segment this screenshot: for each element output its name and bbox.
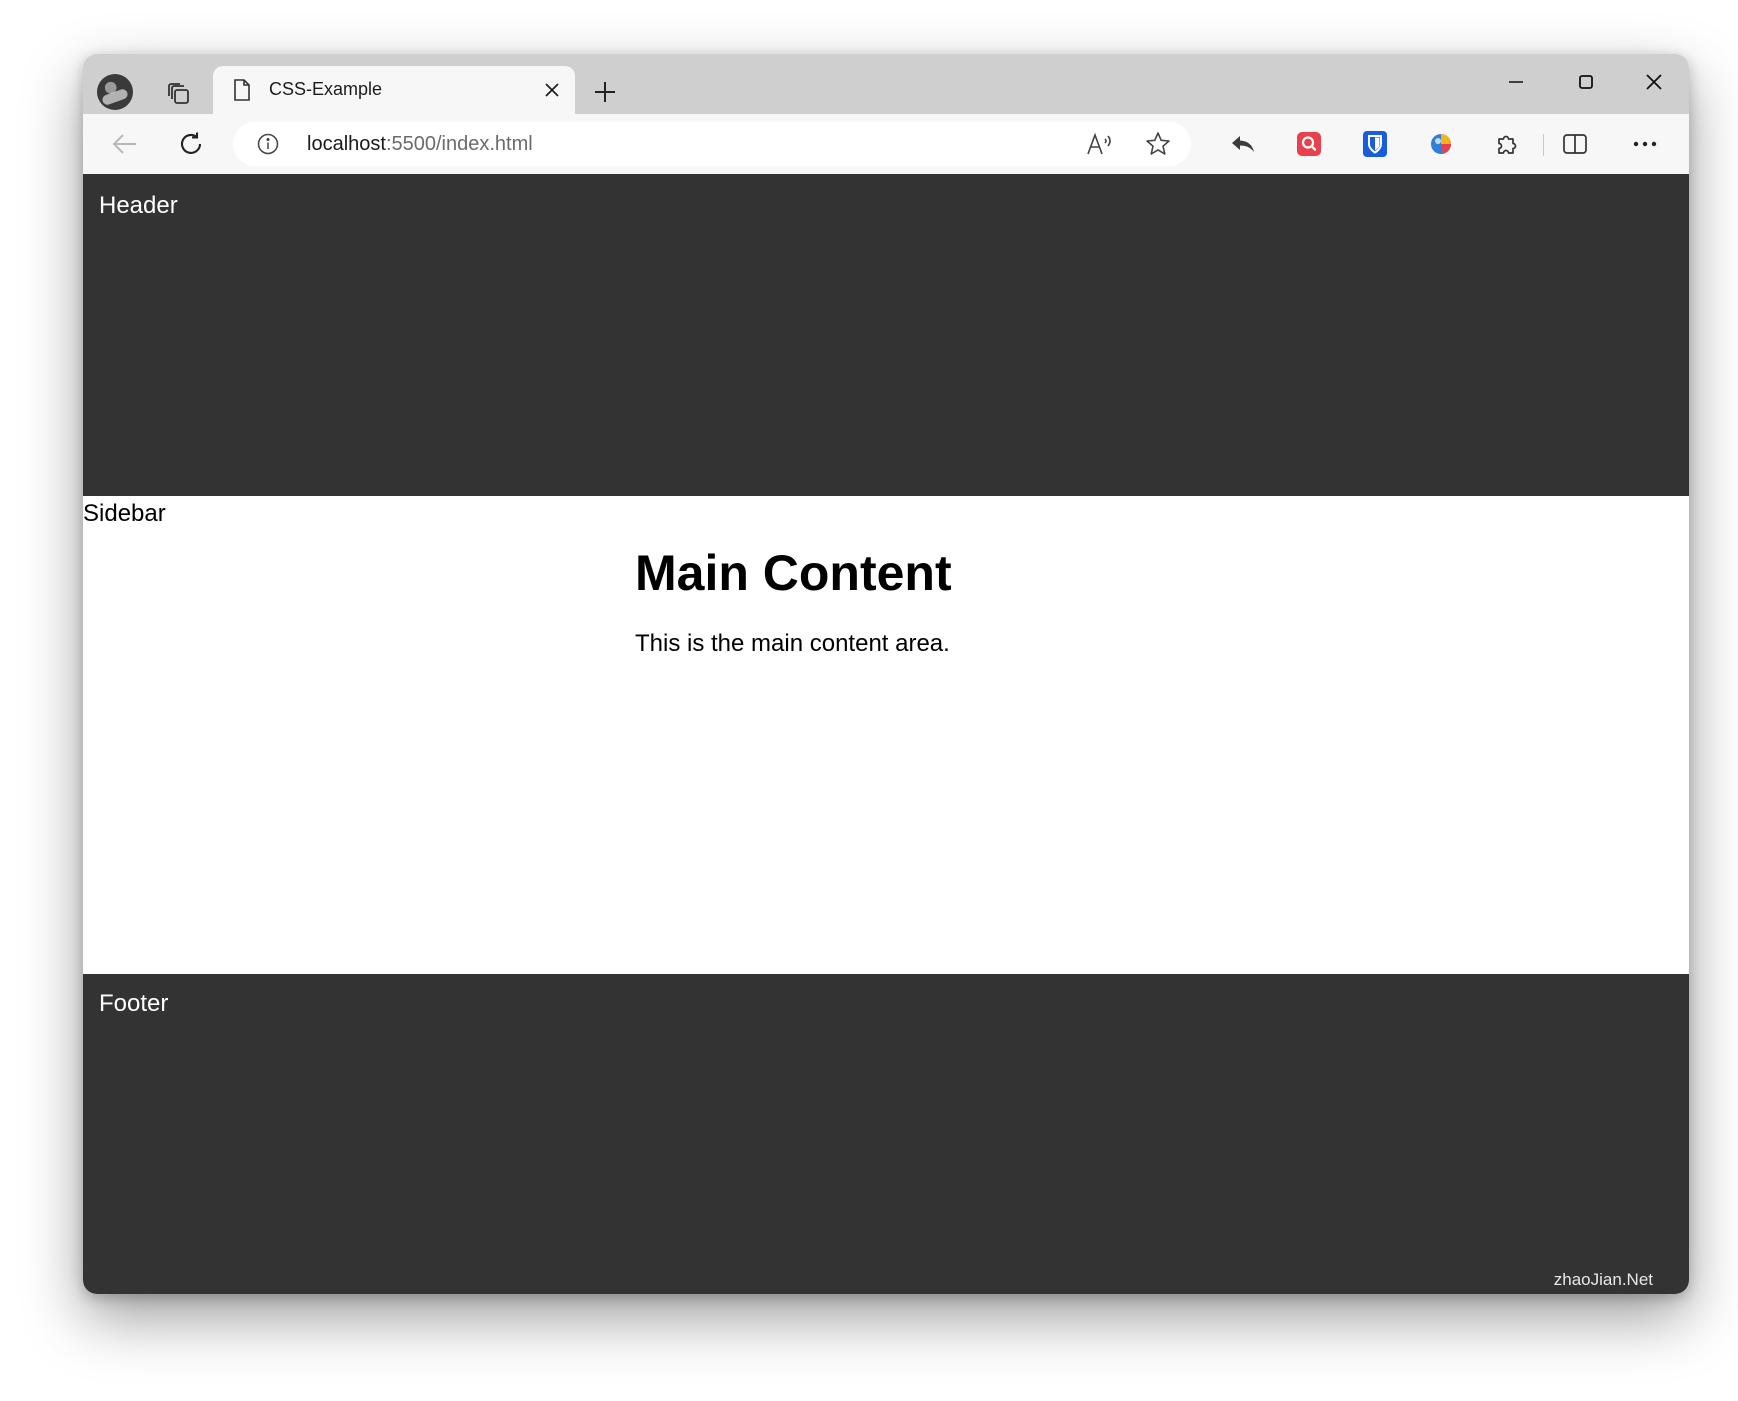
toolbar: localhost:5500/index.html [83, 114, 1689, 175]
shield-icon [1363, 131, 1387, 157]
tab-strip: CSS-Example [83, 54, 1689, 114]
page-icon [231, 79, 253, 101]
more-button[interactable] [1625, 124, 1665, 164]
close-icon [1646, 74, 1662, 90]
minimize-button[interactable] [1493, 62, 1539, 102]
colorful-ball-icon [1431, 134, 1451, 154]
arrow-left-icon [112, 134, 136, 154]
tab-css-example[interactable]: CSS-Example [213, 66, 575, 114]
main-paragraph: This is the main content area. [635, 630, 950, 657]
split-screen-button[interactable] [1555, 124, 1595, 164]
profile-avatar-icon[interactable] [97, 74, 133, 110]
extensions-button[interactable] [1487, 124, 1527, 164]
reload-button[interactable] [171, 124, 211, 164]
header-label: Header [99, 192, 178, 219]
url-path: :5500/index.html [385, 133, 533, 155]
window-close-button[interactable] [1631, 62, 1677, 102]
page-footer: Footer zhaoJian.Net [83, 974, 1689, 1294]
minimize-icon [1509, 81, 1523, 83]
page-header: Header [83, 174, 1689, 496]
split-screen-icon [1563, 134, 1587, 154]
maximize-icon [1579, 75, 1593, 89]
url-text[interactable]: localhost:5500/index.html [307, 133, 533, 156]
search-extension-icon [1297, 132, 1321, 156]
address-bar[interactable]: localhost:5500/index.html [233, 122, 1191, 166]
plus-icon [595, 82, 615, 102]
search-extension-button[interactable] [1289, 124, 1329, 164]
reply-extension-button[interactable] [1223, 124, 1263, 164]
new-tab-button[interactable] [587, 74, 623, 110]
ball-extension-button[interactable] [1421, 124, 1461, 164]
watermark: zhaoJian.Net [1553, 1270, 1653, 1289]
maximize-button[interactable] [1563, 62, 1609, 102]
star-icon[interactable] [1143, 130, 1173, 158]
reload-icon [180, 132, 202, 154]
browser-window: CSS-Example localhost:5500/index.html He… [83, 54, 1689, 1294]
bitwarden-extension-button[interactable] [1355, 124, 1395, 164]
read-aloud-icon[interactable] [1085, 130, 1115, 158]
close-icon[interactable] [541, 79, 563, 101]
footer-label: Footer [99, 990, 169, 1017]
sidebar-label: Sidebar [83, 500, 166, 527]
reply-arrow-icon [1232, 136, 1254, 152]
toolbar-divider [1543, 134, 1544, 156]
page-viewport: Header Sidebar Main Content This is the … [83, 174, 1689, 1294]
main-heading: Main Content [635, 545, 952, 601]
tab-title: CSS-Example [269, 79, 383, 99]
back-button[interactable] [105, 124, 145, 164]
more-icon [1633, 141, 1657, 147]
puzzle-icon [1498, 135, 1517, 154]
url-host: localhost [307, 133, 386, 155]
collections-icon[interactable] [161, 76, 197, 112]
info-icon[interactable] [257, 133, 279, 155]
